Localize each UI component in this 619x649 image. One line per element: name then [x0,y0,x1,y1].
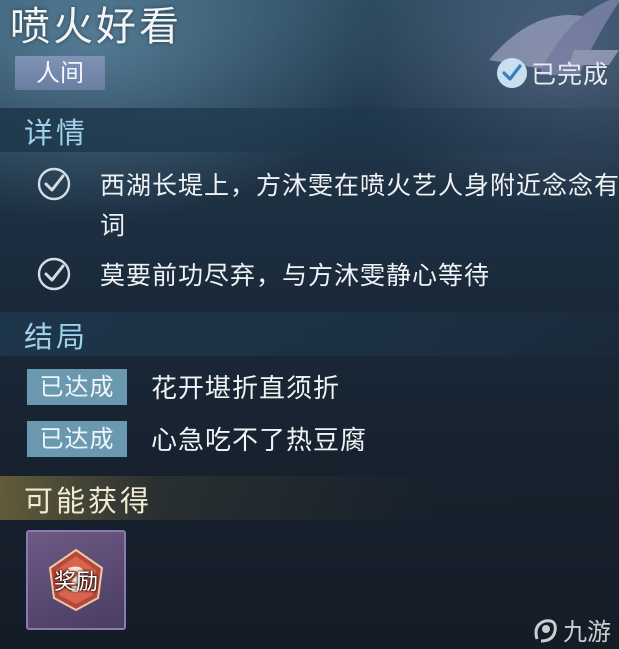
ending-item: 已达成 心急吃不了热豆腐 [27,420,367,457]
ending-item: 已达成 花开堪折直须折 [27,368,340,405]
condition-text: 莫要前功尽弃，与方沐雯静心等待 [100,261,491,290]
condition-item: 莫要前功尽弃，与方沐雯静心等待 [36,256,619,296]
completed-check-icon [496,58,527,88]
ending-text: 花开堪折直须折 [151,374,341,404]
realm-tag: 人间 [15,56,105,90]
nine-game-logo-icon [534,618,557,642]
ending-text: 心急吃不了热豆腐 [151,426,368,456]
reward-label: 奖励 [53,570,98,595]
reward-slot[interactable]: ? 奖励 [26,530,126,630]
check-circle-icon [37,257,71,291]
watermark-text: 九游 [563,618,611,646]
watermark: 九游 [531,612,611,647]
condition-item: 西湖长堤上，方沐雯在喷火艺人身附近念念有词 [36,166,619,246]
details-heading: 详情 [24,116,89,150]
achieved-tag: 已达成 [27,420,127,457]
completion-status: 已完成 [496,56,609,90]
status-label: 已完成 [530,60,609,89]
endings-heading: 结局 [24,320,89,354]
check-circle-icon [37,167,71,201]
endings-section-header: 结局 [0,312,619,356]
achieved-tag: 已达成 [27,368,127,405]
quest-detail-panel: 喷火好看 人间 已完成 详情 西湖长堤上，方沐雯在喷火艺人身附近念念有词 莫要前… [0,0,619,649]
condition-text: 西湖长堤上，方沐雯在喷火艺人身附近念念有词 [100,171,619,240]
quest-title: 喷火好看 [10,4,182,50]
details-section-header: 详情 [0,108,619,152]
rewards-section-header: 可能获得 [0,476,619,520]
rewards-heading: 可能获得 [24,484,153,518]
